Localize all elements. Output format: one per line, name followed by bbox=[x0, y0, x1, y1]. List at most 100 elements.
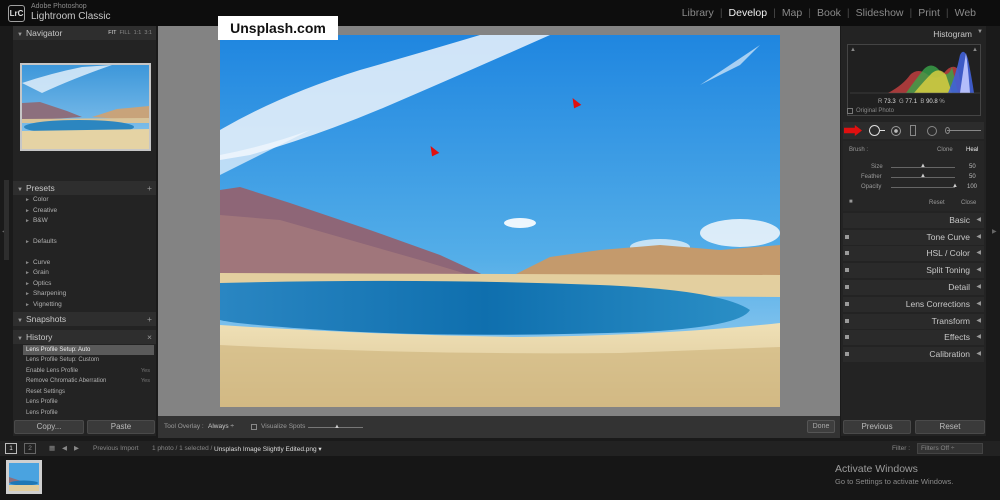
presets-header[interactable]: ▼ Presets + bbox=[13, 181, 156, 195]
adjustment-brush-icon[interactable] bbox=[947, 130, 981, 131]
filmstrip-thumbnail[interactable] bbox=[6, 460, 42, 494]
history-item[interactable]: Remove Chromatic Aberration Yes bbox=[23, 376, 154, 386]
history-item[interactable]: Lens Profile bbox=[23, 408, 154, 418]
panel-lens-corrections[interactable]: Lens Corrections ◀ bbox=[843, 297, 984, 312]
module-develop[interactable]: Develop bbox=[723, 7, 774, 19]
panel-switch-icon[interactable] bbox=[845, 319, 849, 323]
panel-switch-icon[interactable] bbox=[845, 302, 849, 306]
window-2-button[interactable]: 2 bbox=[24, 443, 36, 454]
add-snapshot-icon[interactable]: + bbox=[147, 312, 152, 326]
panel-calibration[interactable]: Calibration ◀ bbox=[843, 347, 984, 362]
module-library[interactable]: Library bbox=[676, 7, 720, 19]
navigator-preview[interactable] bbox=[20, 63, 151, 151]
shadow-clipping-icon[interactable]: ▲ bbox=[850, 47, 856, 53]
panel-switch-icon[interactable] bbox=[845, 352, 849, 356]
preset-group[interactable]: ► B&W bbox=[25, 217, 48, 224]
module-map[interactable]: Map bbox=[776, 7, 808, 19]
tool-overlay-select[interactable]: Always ÷ bbox=[208, 423, 234, 430]
preset-group[interactable]: ► Optics bbox=[25, 280, 51, 287]
visualize-spots-checkbox[interactable] bbox=[251, 424, 257, 430]
previous-button[interactable]: Previous bbox=[843, 420, 911, 434]
done-button[interactable]: Done bbox=[807, 420, 835, 433]
slider-thumb-icon[interactable]: ▲ bbox=[334, 424, 340, 430]
preset-group[interactable]: ► Defaults bbox=[25, 238, 57, 245]
preset-group[interactable]: ► Sharpening bbox=[25, 290, 66, 297]
graduated-filter-icon[interactable] bbox=[910, 125, 916, 136]
size-value[interactable]: 50 bbox=[969, 164, 976, 170]
close-tool-button[interactable]: Close bbox=[961, 200, 976, 206]
zoom-fit[interactable]: FIT bbox=[108, 30, 116, 36]
window-1-button[interactable]: 1 bbox=[5, 443, 17, 454]
forward-arrow-icon[interactable]: ▶ bbox=[74, 444, 79, 452]
highlight-clipping-icon[interactable]: ▲ bbox=[972, 47, 978, 53]
panel-detail[interactable]: Detail ◀ bbox=[843, 280, 984, 295]
panel-tone-curve[interactable]: Tone Curve ◀ bbox=[843, 230, 984, 245]
collapse-triangle-icon: ▼ bbox=[17, 32, 23, 38]
original-photo-checkbox[interactable] bbox=[847, 108, 853, 114]
panel-switch-icon[interactable]: ■ bbox=[849, 199, 853, 205]
preset-group[interactable]: ► Creative bbox=[25, 207, 57, 214]
history-item[interactable]: Reset Settings bbox=[23, 387, 154, 397]
clear-history-icon[interactable]: × bbox=[147, 330, 152, 344]
zoom-3-1[interactable]: 3:1 bbox=[144, 30, 152, 36]
navigator-header[interactable]: ▼ Navigator FIT FILL 1:1 3:1 bbox=[13, 26, 156, 40]
filter-label: Filter : bbox=[892, 445, 911, 452]
clone-option[interactable]: Clone bbox=[937, 147, 953, 153]
heal-option[interactable]: Heal bbox=[966, 147, 978, 153]
panel-switch-icon[interactable] bbox=[845, 235, 849, 239]
grid-view-icon[interactable]: ▦ bbox=[49, 444, 55, 452]
history-item[interactable]: Lens Profile bbox=[23, 397, 154, 407]
filter-select[interactable]: Filters Off ÷ bbox=[917, 443, 983, 454]
history-item[interactable]: Lens Profile Setup: Auto bbox=[23, 345, 154, 355]
panel-hsl-color[interactable]: HSL / Color ◀ bbox=[843, 246, 984, 261]
reset-spots-button[interactable]: Reset bbox=[929, 200, 945, 206]
histogram-graph[interactable]: ▲ ▲ R 73.3 G 77.1 B 90.8 % bbox=[847, 44, 981, 116]
module-slideshow[interactable]: Slideshow bbox=[850, 7, 910, 19]
left-scrollbar[interactable] bbox=[4, 180, 9, 260]
panel-switch-icon[interactable] bbox=[845, 285, 849, 289]
snapshots-header[interactable]: ▼ Snapshots + bbox=[13, 312, 156, 326]
panel-effects[interactable]: Effects ◀ bbox=[843, 330, 984, 345]
radial-filter-icon[interactable] bbox=[927, 126, 937, 136]
opacity-value[interactable]: 100 bbox=[967, 184, 977, 190]
preset-group[interactable]: ► Curve bbox=[25, 259, 50, 266]
module-print[interactable]: Print bbox=[912, 7, 946, 19]
collapse-triangle-icon[interactable]: ▼ bbox=[977, 29, 983, 35]
module-book[interactable]: Book bbox=[811, 7, 847, 19]
panel-switch-icon[interactable] bbox=[845, 251, 849, 255]
activate-windows-subtitle: Go to Settings to activate Windows. bbox=[835, 477, 954, 486]
paste-settings-button[interactable]: Paste bbox=[87, 420, 155, 434]
panel-switch-icon[interactable] bbox=[845, 335, 849, 339]
history-header[interactable]: ▼ History × bbox=[13, 330, 156, 344]
panel-basic[interactable]: Basic ◀ bbox=[843, 213, 984, 228]
source-label[interactable]: Previous Import bbox=[93, 445, 139, 452]
panel-split-toning[interactable]: Split Toning ◀ bbox=[843, 263, 984, 278]
opacity-slider[interactable] bbox=[891, 187, 955, 188]
preset-group[interactable]: ► Grain bbox=[25, 269, 49, 276]
reset-button[interactable]: Reset bbox=[915, 420, 985, 434]
panel-switch-icon[interactable] bbox=[845, 268, 849, 272]
feather-value[interactable]: 50 bbox=[969, 174, 976, 180]
add-preset-icon[interactable]: + bbox=[147, 181, 152, 195]
preset-group[interactable]: ► Color bbox=[25, 196, 49, 203]
module-web[interactable]: Web bbox=[949, 7, 982, 19]
histogram-title[interactable]: Histogram bbox=[933, 29, 972, 39]
spot-removal-tool-icon[interactable] bbox=[869, 125, 880, 136]
filename-label[interactable]: Unsplash Image Slightly Edited.png ▾ bbox=[214, 445, 322, 453]
history-item[interactable]: Enable Lens Profile Yes bbox=[23, 366, 154, 376]
histogram-chart bbox=[850, 51, 980, 94]
copy-settings-button[interactable]: Copy... bbox=[14, 420, 84, 434]
preset-group[interactable]: ► Vignetting bbox=[25, 301, 62, 308]
red-eye-tool-icon[interactable] bbox=[891, 126, 901, 136]
zoom-fill[interactable]: FILL bbox=[120, 30, 131, 36]
feather-slider-thumb[interactable]: ▲ bbox=[920, 173, 926, 179]
opacity-slider-thumb[interactable]: ▲ bbox=[952, 183, 958, 189]
main-photo[interactable] bbox=[220, 35, 780, 407]
back-arrow-icon[interactable]: ◀ bbox=[62, 444, 67, 452]
panel-transform[interactable]: Transform ◀ bbox=[843, 314, 984, 329]
right-panel-toggle-icon[interactable]: ▶ bbox=[992, 228, 997, 235]
history-item[interactable]: Lens Profile Setup: Custom bbox=[23, 355, 154, 365]
navigator-title: Navigator bbox=[25, 28, 63, 38]
zoom-1-1[interactable]: 1:1 bbox=[134, 30, 142, 36]
size-slider-thumb[interactable]: ▲ bbox=[920, 163, 926, 169]
